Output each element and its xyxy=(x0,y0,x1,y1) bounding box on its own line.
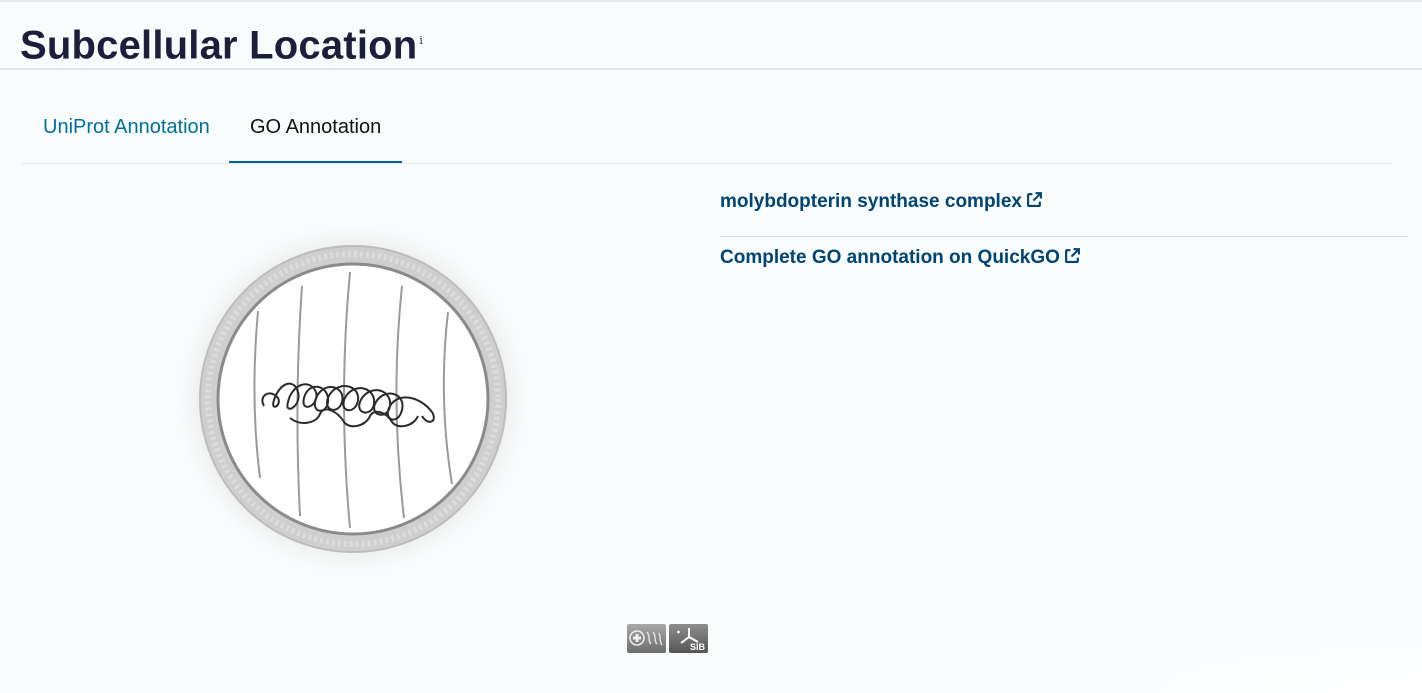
page-title: Subcellular Location i xyxy=(20,18,423,68)
go-annotation-panel: molybdopterin synthase complex Complete … xyxy=(720,182,1408,269)
quickgo-link[interactable]: Complete GO annotation on QuickGO xyxy=(720,247,1081,269)
quickgo-link-label: Complete GO annotation on QuickGO xyxy=(720,247,1060,268)
info-icon[interactable]: i xyxy=(419,34,423,47)
cell-membrane xyxy=(216,262,490,536)
cell-diagram xyxy=(170,216,536,582)
external-link-icon xyxy=(1027,192,1042,207)
go-term-item: molybdopterin synthase complex xyxy=(720,182,1408,237)
annotation-tabs: UniProt Annotation GO Annotation xyxy=(22,90,1392,164)
sib-logo[interactable]: SIB xyxy=(669,624,708,653)
page-title-text: Subcellular Location xyxy=(20,23,418,68)
footer-logos: SIB xyxy=(627,624,709,654)
background-fade xyxy=(1062,633,1422,693)
swiss-cross-logo-icon xyxy=(629,630,663,646)
cell-illustration xyxy=(173,219,533,579)
sib-logo-text: SIB xyxy=(689,642,705,652)
tab-go-annotation[interactable]: GO Annotation xyxy=(229,90,403,163)
tab-uniprot-annotation[interactable]: UniProt Annotation xyxy=(22,90,231,163)
section-header: Subcellular Location i xyxy=(0,2,1422,70)
subcellular-location-section: Subcellular Location i UniProt Annotation… xyxy=(0,0,1422,693)
go-term-link-molybdopterin-synthase-complex[interactable]: molybdopterin synthase complex xyxy=(720,191,1043,213)
swissbioisostructural-logo[interactable] xyxy=(627,624,666,653)
external-link-icon xyxy=(1064,248,1080,263)
go-term-label: molybdopterin synthase complex xyxy=(720,191,1022,212)
